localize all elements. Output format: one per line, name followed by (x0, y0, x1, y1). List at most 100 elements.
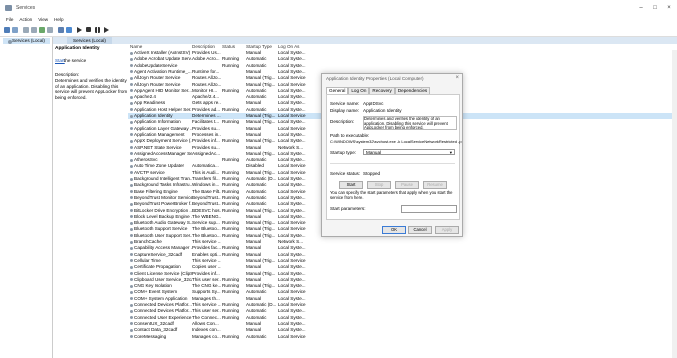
tree-node-services-local[interactable]: Services (Local) (3, 38, 50, 44)
restart-icon[interactable] (104, 27, 109, 33)
table-row[interactable]: Client License Service (ClipS... Provides… (128, 271, 677, 277)
cell-logon: Local Syste... (278, 106, 306, 112)
minimize-button[interactable]: – (634, 3, 648, 13)
cell-desc: This service ... (192, 239, 221, 244)
chevron-down-icon: ▾ (449, 150, 452, 155)
cell-startup: Manual (246, 251, 262, 257)
play-icon[interactable] (77, 27, 82, 33)
cell-name: AllJoyn Router Service (134, 81, 181, 87)
cell-name: App Readiness (134, 100, 166, 106)
tab-dependencies[interactable]: Dependencies (394, 87, 431, 94)
table-row[interactable]: COM+ System Application Manages th... Manu… (128, 296, 677, 302)
general-panel: Service name: AppIDSvc Display name: App… (326, 94, 462, 220)
resume-button[interactable]: Resume (423, 181, 447, 189)
table-row[interactable]: Clipboard User Service_32ca... This user … (128, 277, 677, 283)
cancel-button[interactable]: Cancel (408, 226, 432, 234)
tab-log-on[interactable]: Log On (348, 87, 370, 94)
table-row[interactable]: ConsentUX_32cadf Allows Con... Manual Local… (128, 321, 677, 327)
console-tree-icon[interactable] (23, 27, 29, 33)
table-row[interactable]: Adobe Acrobat Update Serv... Adobe Acro..… (128, 56, 677, 62)
forward-icon[interactable] (12, 27, 18, 33)
cell-startup: Manual (Trig... (246, 283, 276, 289)
table-row[interactable]: CoreMessaging Manages co... Running Automat… (128, 334, 677, 340)
table-row[interactable]: Certificate Propagation Copies user ... Ma… (128, 264, 677, 270)
gear-icon (130, 215, 133, 219)
cell-startup: Manual (Trig... (246, 220, 276, 226)
tab-recovery[interactable]: Recovery (369, 87, 395, 94)
stop-icon[interactable] (86, 27, 91, 32)
cell-name: Application Host Helper Ser... (134, 106, 192, 112)
refresh-icon[interactable] (39, 27, 45, 33)
cell-desc: Transfers fil... (192, 176, 220, 181)
start-button[interactable]: Start (339, 181, 363, 189)
menu-file[interactable]: File (6, 16, 13, 24)
dialog-close-icon[interactable]: × (455, 75, 459, 81)
cell-logon: Local Syste... (278, 283, 306, 289)
cell-name: AVCTP service (134, 169, 165, 175)
cell-name: CaptureService_32cadf (134, 251, 183, 257)
ok-button[interactable]: OK (382, 226, 406, 234)
cell-status: Running (222, 333, 240, 339)
table-row[interactable]: Connected Devices Platfor... This user se… (128, 308, 677, 314)
properties-icon[interactable] (58, 27, 64, 33)
cell-desc: Provides su... (192, 144, 220, 150)
cell-logon: Local Syste... (278, 270, 306, 276)
menu-help[interactable]: Help (54, 16, 63, 24)
gear-icon (130, 177, 133, 181)
cell-name: COM+ Event System (134, 289, 178, 295)
table-row[interactable]: Connected User Experience... The Connec..… (128, 315, 677, 321)
start-params-input[interactable] (401, 205, 457, 213)
cell-name: ActiveX Installer (AxInstSV) (134, 50, 191, 55)
gear-icon (130, 114, 133, 118)
cell-desc: Provides inf... (192, 270, 220, 276)
cell-status: Running (222, 232, 240, 238)
help-icon[interactable] (66, 27, 72, 33)
table-row[interactable]: CaptureService_32cadf Enables opti... Runn… (128, 252, 677, 258)
table-row[interactable]: ActiveX Installer (AxInstSV) Provides Us.… (128, 50, 677, 56)
pause-icon[interactable] (95, 27, 100, 33)
menu-bar: File Action View Help (0, 16, 677, 24)
table-row[interactable]: AdobeUpdateService Running Automatic Local … (128, 63, 677, 69)
cell-desc: This service ... (192, 257, 221, 263)
start-service-rest: the service (64, 58, 87, 63)
menu-view[interactable]: View (38, 16, 48, 24)
gear-icon (130, 221, 133, 225)
export-icon[interactable] (47, 27, 53, 33)
cell-logon: Local Syste... (278, 157, 306, 163)
cell-logon: Local Service (278, 163, 306, 169)
cell-startup: Manual (246, 125, 262, 131)
cell-status: Running (222, 182, 240, 188)
back-icon[interactable] (4, 27, 10, 33)
cell-name: Contact Data_32cadf (134, 327, 178, 333)
table-row[interactable]: Connected Devices Platfor... This service… (128, 302, 677, 308)
table-row[interactable]: Contact Data_32cadf Indexes con... Manual L… (128, 327, 677, 333)
apply-button[interactable]: Apply (435, 226, 459, 234)
startup-type-select[interactable]: Manual ▾ (363, 149, 455, 155)
cell-startup: Automatic (246, 106, 267, 112)
tree-node-label: Services (Local) (12, 38, 45, 43)
cell-status: Running (222, 188, 240, 194)
vertical-scrollbar[interactable] (672, 50, 677, 358)
table-row[interactable]: Capability Access Manager ... Provides fa… (128, 245, 677, 251)
cell-status: Running (222, 56, 240, 62)
cell-status: Running (222, 283, 240, 289)
window-title: Services (16, 5, 36, 11)
cell-name: Application Management (134, 131, 185, 137)
maximize-button[interactable]: □ (648, 3, 662, 13)
menu-action[interactable]: Action (19, 16, 32, 24)
view-icon[interactable] (31, 27, 37, 33)
pause-button[interactable]: Pause (395, 181, 419, 189)
table-row[interactable]: CNG Key Isolation The CNG ke... Running Man… (128, 283, 677, 289)
gear-icon (130, 246, 133, 250)
stop-button[interactable]: Stop (367, 181, 391, 189)
description-field[interactable]: Determines and verifies the identity of … (363, 116, 457, 130)
cell-logon: Local Service (278, 257, 306, 263)
table-row[interactable]: BranchCache This service ... Manual Network… (128, 239, 677, 245)
table-row[interactable]: COM+ Event System Supports Sy... Running Au… (128, 289, 677, 295)
description-text: Determines and verifies the identity of … (55, 78, 128, 100)
close-button[interactable]: × (662, 3, 676, 13)
cell-name: AdobeUpdateService (134, 62, 178, 68)
tab-general[interactable]: General (326, 87, 349, 94)
table-row[interactable]: Cellular Time This service ... Manual (Tri… (128, 258, 677, 264)
gear-icon (130, 70, 133, 74)
